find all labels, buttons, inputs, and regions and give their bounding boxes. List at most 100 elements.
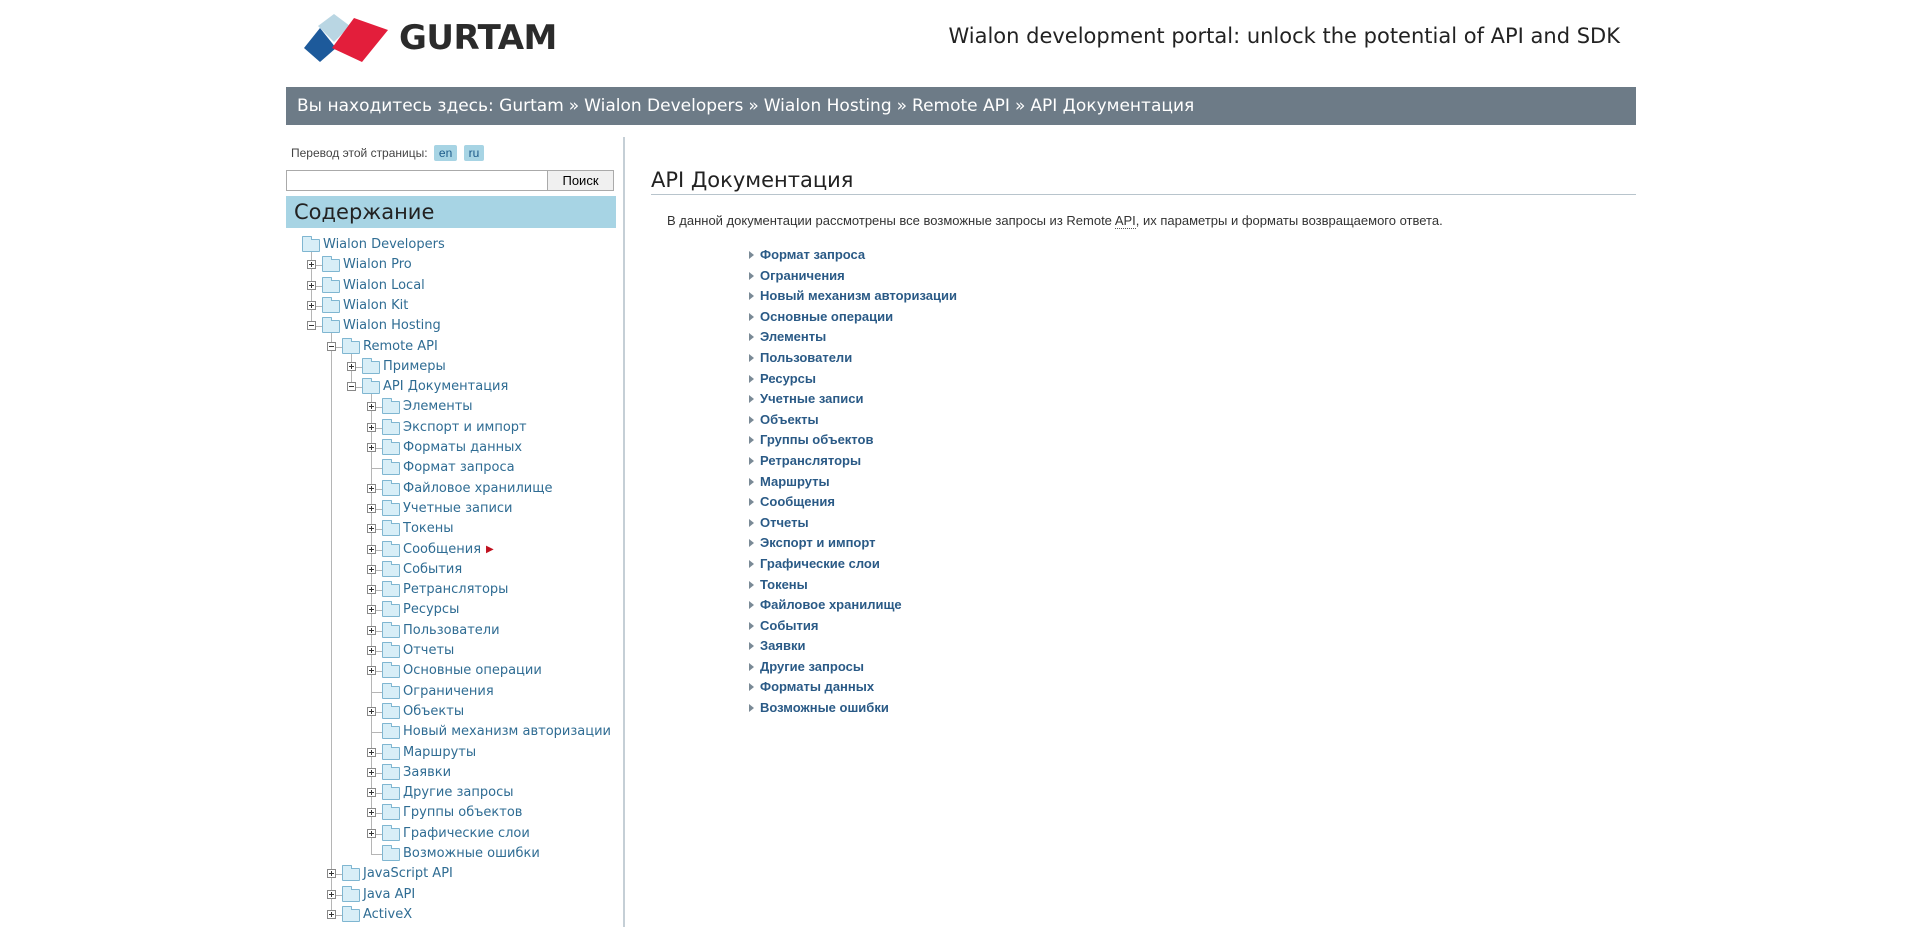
breadcrumb-wialon-developers[interactable]: Wialon Developers xyxy=(584,96,743,116)
doc-link[interactable]: Возможные ошибки xyxy=(748,698,957,719)
breadcrumb-gurtam[interactable]: Gurtam xyxy=(499,96,564,116)
doc-link[interactable]: Отчеты xyxy=(748,513,957,534)
doc-link-label: Формат запроса xyxy=(760,247,866,262)
doc-link[interactable]: Элементы xyxy=(748,327,957,348)
breadcrumb-wialon-hosting[interactable]: Wialon Hosting xyxy=(764,96,892,116)
doc-link-label: Ограничения xyxy=(760,267,845,283)
expand-icon[interactable] xyxy=(327,909,336,919)
doc-link[interactable]: Учетные записи xyxy=(748,389,957,410)
toc-item-label: Группы объектов xyxy=(403,805,523,821)
folder-icon xyxy=(382,520,400,537)
doc-link[interactable]: Новый механизм авторизации xyxy=(748,286,957,307)
toc-item-label: JavaScript API xyxy=(363,866,453,882)
doc-link[interactable]: Ограничения xyxy=(748,266,957,287)
expand-icon[interactable] xyxy=(307,260,316,270)
expand-icon[interactable] xyxy=(367,747,376,757)
expand-icon[interactable] xyxy=(367,828,376,838)
doc-link-label: Ресурсы xyxy=(760,370,816,386)
folder-icon xyxy=(382,702,400,719)
doc-link[interactable]: Сообщения xyxy=(748,492,957,513)
expand-icon[interactable] xyxy=(307,300,316,310)
expand-icon[interactable] xyxy=(367,524,376,534)
expand-icon[interactable] xyxy=(367,646,376,655)
breadcrumb-current: API Документация xyxy=(1030,96,1195,116)
toc-item-label: Примеры xyxy=(383,358,446,374)
page-title: API Документация xyxy=(651,168,1636,195)
expand-icon[interactable] xyxy=(367,706,376,716)
doc-link[interactable]: Графические слои xyxy=(748,554,957,575)
expand-icon[interactable] xyxy=(367,544,376,554)
expand-icon[interactable] xyxy=(367,666,376,676)
toc-item-label: ActiveX xyxy=(363,906,413,922)
doc-link[interactable]: Другие запросы xyxy=(748,657,957,678)
expand-icon[interactable] xyxy=(367,767,376,777)
triangle-right-icon xyxy=(749,353,754,362)
toc-item-label: Другие запросы xyxy=(403,785,514,801)
doc-link[interactable]: Пользователи xyxy=(748,348,957,369)
doc-link[interactable]: Маршруты xyxy=(748,472,957,493)
folder-icon xyxy=(382,560,400,577)
toc-item-label: Возможные ошибки xyxy=(403,846,540,861)
folder-icon xyxy=(382,499,400,516)
expand-icon[interactable] xyxy=(307,280,316,290)
collapse-icon[interactable] xyxy=(327,341,336,351)
search-button[interactable]: Поиск xyxy=(547,170,614,191)
doc-link[interactable]: Формат запроса xyxy=(748,245,957,266)
gurtam-logo[interactable]: GURTAM xyxy=(304,14,594,62)
language-ru[interactable]: ru xyxy=(463,145,485,161)
triangle-right-icon xyxy=(749,642,754,651)
breadcrumb-remote-api[interactable]: Remote API xyxy=(912,96,1010,116)
expand-icon[interactable] xyxy=(367,585,376,595)
sidebar-divider xyxy=(623,137,625,927)
doc-link-label: Объекты xyxy=(760,411,819,427)
doc-link[interactable]: Форматы данных xyxy=(748,677,957,698)
expand-icon[interactable] xyxy=(367,625,376,635)
doc-link[interactable]: Токены xyxy=(748,575,957,596)
doc-link[interactable]: Ресурсы xyxy=(748,369,957,390)
folder-icon xyxy=(382,540,400,557)
folder-icon xyxy=(382,743,400,760)
expand-icon[interactable] xyxy=(367,422,376,432)
toc-item-label: Токены xyxy=(403,521,454,537)
triangle-right-icon xyxy=(749,621,754,630)
expand-icon[interactable] xyxy=(367,483,376,493)
expand-icon[interactable] xyxy=(367,808,376,818)
expand-icon[interactable] xyxy=(367,564,376,574)
expand-icon[interactable] xyxy=(367,503,376,513)
tree-connector xyxy=(331,332,332,915)
doc-link[interactable]: Экспорт и импорт xyxy=(748,533,957,554)
folder-icon xyxy=(382,398,400,415)
expand-icon[interactable] xyxy=(327,889,336,899)
doc-link[interactable]: Основные операции xyxy=(748,307,957,328)
expand-icon[interactable] xyxy=(367,788,376,798)
triangle-right-icon xyxy=(749,292,754,301)
doc-link[interactable]: События xyxy=(748,616,957,637)
doc-link-label: Маршруты xyxy=(760,473,830,489)
folder-icon xyxy=(322,317,340,334)
triangle-right-icon xyxy=(749,436,754,445)
toc-item-label: Основные операции xyxy=(403,663,542,679)
toc-item-label: Ограничения xyxy=(403,683,494,699)
doc-link-label: События xyxy=(760,617,819,633)
expand-icon[interactable] xyxy=(347,361,356,371)
collapse-icon[interactable] xyxy=(347,382,356,392)
folder-icon xyxy=(382,439,400,455)
language-en[interactable]: en xyxy=(433,145,458,161)
language-switcher: Перевод этой страницы: en ru xyxy=(291,145,485,161)
doc-link[interactable]: Группы объектов xyxy=(748,430,957,451)
doc-link[interactable]: Ретрансляторы xyxy=(748,451,957,472)
doc-link[interactable]: Заявки xyxy=(748,636,957,657)
doc-link[interactable]: Объекты xyxy=(748,410,957,431)
collapse-icon[interactable] xyxy=(307,321,316,331)
doc-link[interactable]: Файловое хранилище xyxy=(748,595,957,616)
toc-item-label: API Документация xyxy=(383,379,509,395)
expand-icon[interactable] xyxy=(367,443,376,452)
breadcrumb: Вы находитесь здесь: Gurtam» Wialon Devel… xyxy=(286,87,1636,125)
expand-icon[interactable] xyxy=(327,869,336,879)
expand-icon[interactable] xyxy=(367,402,376,412)
search-input[interactable] xyxy=(286,170,548,191)
toc-item-label: Wialon Hosting xyxy=(343,318,441,334)
expand-icon[interactable] xyxy=(367,605,376,615)
triangle-right-icon xyxy=(749,333,754,342)
brand-name: GURTAM xyxy=(399,18,557,58)
